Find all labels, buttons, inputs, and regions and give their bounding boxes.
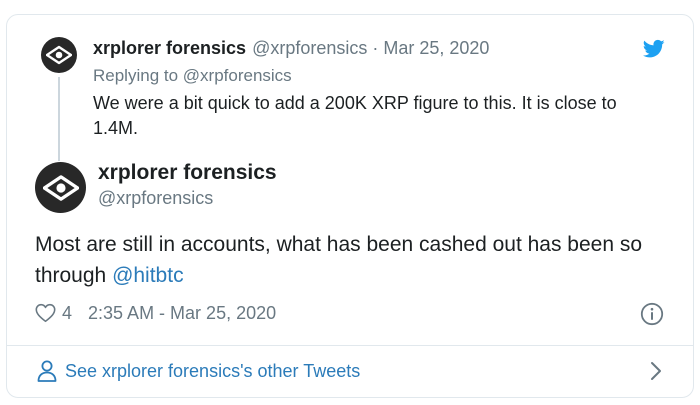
author-handle[interactable]: @xrpforensics: [252, 38, 367, 59]
separator-dot: ·: [372, 38, 379, 58]
avatar[interactable]: [41, 37, 77, 73]
twitter-bird-icon[interactable]: [643, 39, 665, 59]
chevron-right-icon[interactable]: [649, 360, 663, 382]
info-icon[interactable]: [640, 302, 664, 326]
mention-link[interactable]: @hitbtc: [112, 264, 184, 287]
like-count[interactable]: 4: [62, 303, 72, 324]
tweet-embed-card: xrplorer forensics @xrpforensics · Mar 2…: [6, 14, 694, 398]
eye-logo-icon: [42, 174, 79, 201]
tweet-meta: 4 2:35 AM - Mar 25, 2020: [35, 301, 276, 325]
parent-tweet[interactable]: xrplorer forensics @xrpforensics · Mar 2…: [7, 15, 693, 161]
tweet-date[interactable]: Mar 25, 2020: [383, 38, 489, 59]
thread-connector: [58, 77, 60, 161]
author-handle[interactable]: @xrpforensics: [98, 188, 213, 209]
tweet-timestamp[interactable]: 2:35 AM - Mar 25, 2020: [88, 303, 276, 324]
author-name[interactable]: xrplorer forensics: [93, 38, 246, 59]
eye-logo-icon: [46, 45, 72, 65]
person-icon: [37, 360, 57, 382]
parent-tweet-header: xrplorer forensics @xrpforensics · Mar 2…: [93, 38, 489, 59]
other-tweets-link[interactable]: See xrplorer forensics's other Tweets: [37, 356, 667, 386]
other-tweets-label[interactable]: See xrplorer forensics's other Tweets: [65, 361, 360, 382]
divider: [7, 345, 693, 346]
replying-to-label[interactable]: Replying to @xrpforensics: [93, 66, 292, 86]
heart-icon[interactable]: [35, 303, 56, 323]
author-name[interactable]: xrplorer forensics: [98, 161, 277, 185]
tweet-text: Most are still in accounts, what has bee…: [35, 229, 665, 291]
avatar[interactable]: [35, 162, 86, 213]
parent-tweet-text: We were a bit quick to add a 200K XRP fi…: [93, 93, 617, 138]
